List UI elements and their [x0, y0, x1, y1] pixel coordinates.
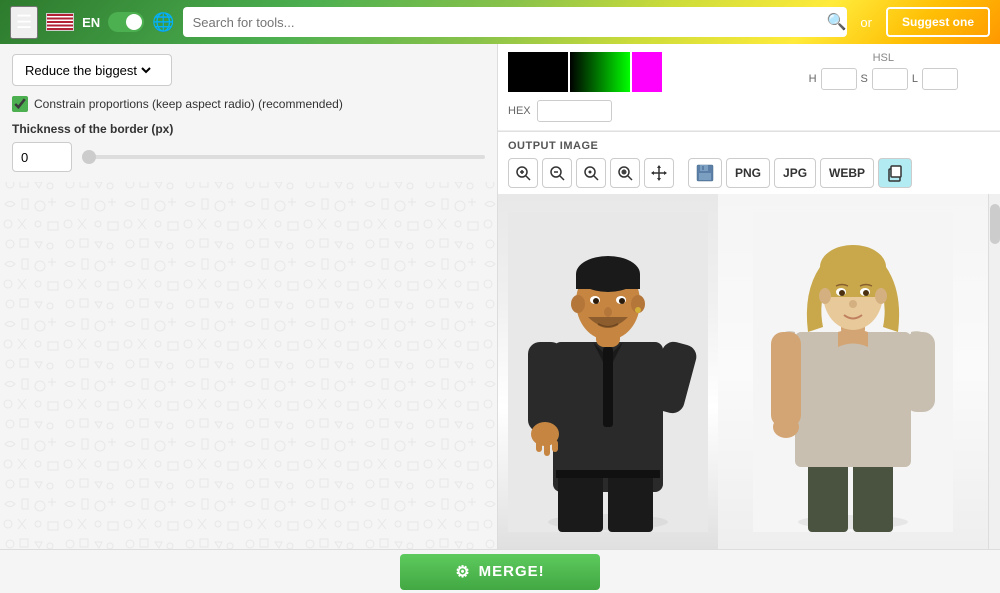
constrain-checkbox[interactable] [12, 96, 28, 112]
checkbox-label: Constrain proportions (keep aspect radio… [34, 97, 343, 111]
zoom-fit-icon [582, 164, 600, 182]
zoom-fit-button[interactable] [576, 158, 606, 188]
thickness-label: Thickness of the border (px) [12, 122, 485, 136]
hsl-section: HSL H 0 S 0 L 100 [809, 52, 968, 90]
menu-button[interactable]: ☰ [10, 6, 38, 39]
zoom-100-button[interactable] [610, 158, 640, 188]
dropdown-row: Reduce the biggest [12, 54, 485, 86]
png-button[interactable]: PNG [726, 158, 770, 188]
move-icon [650, 164, 668, 182]
copy-icon [886, 164, 904, 182]
main-container: Reduce the biggest Constrain proportions… [0, 44, 1000, 549]
zoom-out-icon [548, 164, 566, 182]
move-tool-button[interactable] [644, 158, 674, 188]
swatches-row [508, 52, 662, 92]
people-container [498, 194, 988, 549]
color-swatches-group: HEX #ffffff [508, 52, 662, 122]
header: ☰ EN 🌐 🔍 or Suggest one [0, 0, 1000, 44]
output-section: OUTPUT IMAGE [498, 132, 1000, 549]
save-button[interactable] [688, 158, 722, 188]
h-input[interactable]: 0 [821, 68, 857, 90]
magenta-swatch[interactable] [632, 52, 662, 92]
person-right [718, 194, 988, 549]
output-image-area [498, 194, 1000, 549]
suggest-button[interactable]: Suggest one [886, 7, 990, 37]
l-input[interactable]: 100 [922, 68, 958, 90]
save-icon [695, 163, 715, 183]
merge-bar: ⚙ MERGE! [0, 549, 1000, 593]
thickness-input[interactable]: 0 [12, 142, 72, 172]
reduce-select[interactable]: Reduce the biggest [21, 62, 154, 79]
right-panel: HEX #ffffff HSL H 0 S 0 L 100 [498, 44, 1000, 549]
search-icon-button[interactable]: 🔍 [827, 12, 847, 32]
black-swatch[interactable] [508, 52, 568, 92]
background-pattern [0, 174, 497, 549]
s-input[interactable]: 0 [872, 68, 908, 90]
left-controls: Reduce the biggest Constrain proportions… [0, 44, 497, 182]
s-label: S [861, 73, 868, 85]
output-image-content [498, 194, 988, 549]
hex-input[interactable]: #ffffff [537, 100, 612, 122]
color-section: HEX #ffffff HSL H 0 S 0 L 100 [498, 44, 1000, 132]
hex-label: HEX [508, 105, 531, 117]
woman-figure [753, 212, 953, 532]
search-input[interactable] [183, 7, 847, 37]
h-label: H [809, 73, 817, 85]
gear-icon: ⚙ [455, 562, 470, 582]
zoom-in-button[interactable] [508, 158, 538, 188]
l-label: L [912, 73, 918, 85]
left-panel: Reduce the biggest Constrain proportions… [0, 44, 498, 549]
zoom-in-icon [514, 164, 532, 182]
person-left [498, 194, 718, 549]
color-picker-area: HEX #ffffff HSL H 0 S 0 L 100 [498, 44, 1000, 131]
reduce-dropdown[interactable]: Reduce the biggest [12, 54, 172, 86]
checkbox-row: Constrain proportions (keep aspect radio… [12, 96, 485, 112]
copy-button[interactable] [878, 158, 912, 188]
flag-icon [46, 13, 74, 31]
gradient-swatch[interactable] [570, 52, 630, 92]
jpg-button[interactable]: JPG [774, 158, 816, 188]
hex-row: HEX #ffffff [508, 100, 662, 122]
thickness-row: 0 [12, 142, 485, 172]
or-label: or [860, 15, 872, 30]
output-toolbar: PNG JPG WEBP [498, 158, 1000, 194]
scrollbar-thumb[interactable] [990, 204, 1000, 244]
globe-icon: 🌐 [152, 12, 174, 33]
us-flag [46, 13, 74, 31]
zoom-out-button[interactable] [542, 158, 572, 188]
hsl-row: H 0 S 0 L 100 [809, 68, 958, 90]
man-figure [508, 212, 708, 532]
zoom-100-icon [616, 164, 634, 182]
output-label: OUTPUT IMAGE [498, 132, 1000, 158]
thickness-slider[interactable] [82, 155, 485, 159]
language-label: EN [82, 15, 100, 30]
merge-button[interactable]: ⚙ MERGE! [400, 554, 600, 590]
toggle-switch[interactable] [108, 12, 144, 32]
merge-label: MERGE! [479, 563, 545, 580]
webp-button[interactable]: WEBP [820, 158, 874, 188]
output-scrollbar[interactable] [988, 194, 1000, 549]
hsl-title: HSL [809, 52, 958, 64]
